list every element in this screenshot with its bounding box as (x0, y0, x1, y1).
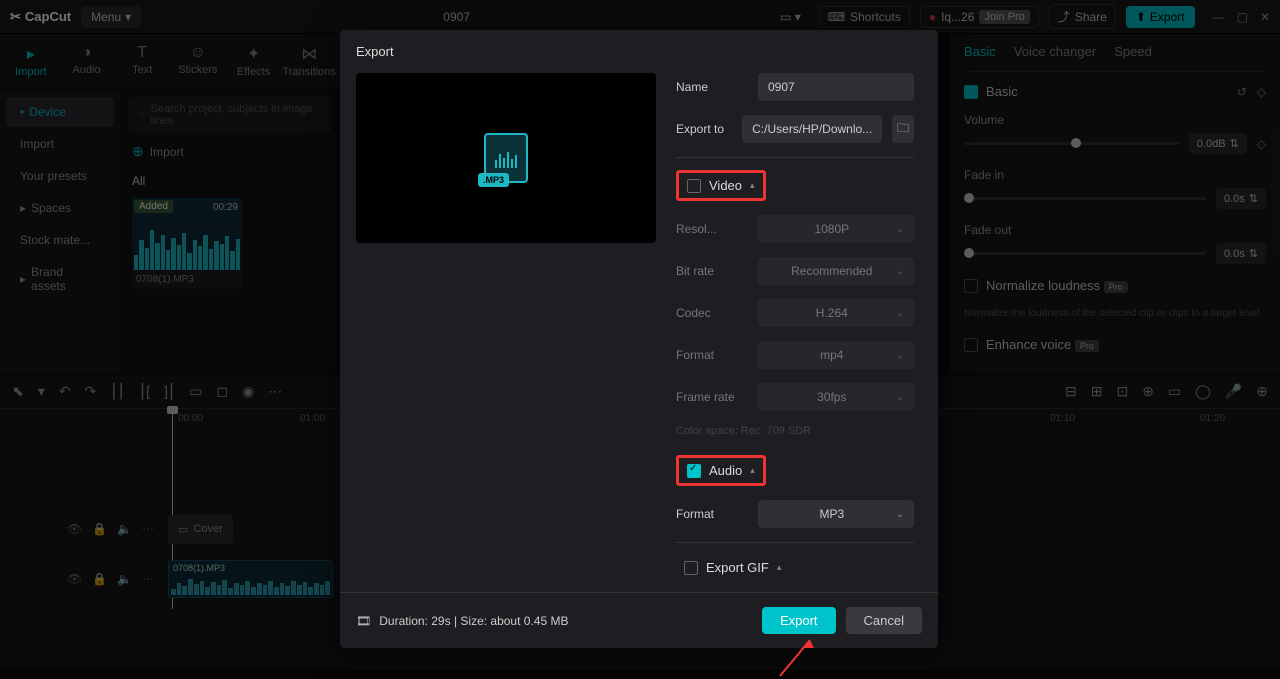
vformat-select[interactable]: mp4⌄ (758, 341, 914, 369)
video-section-toggle[interactable]: Video ▴ (676, 170, 766, 201)
resolution-select[interactable]: 1080P⌄ (758, 215, 914, 243)
chevron-down-icon: ⌄ (896, 224, 904, 235)
export-preview: .MP3 (356, 73, 656, 243)
colorspace-note: Color space: Rec. 709 SDR (676, 425, 914, 437)
export-info: Duration: 29s | Size: about 0.45 MB (379, 614, 568, 628)
framerate-label: Frame rate (676, 390, 748, 404)
video-checkbox[interactable] (687, 179, 701, 193)
gif-section-toggle[interactable]: Export GIF ▴ (676, 555, 789, 580)
framerate-select[interactable]: 30fps⌄ (758, 383, 914, 411)
chevron-down-icon: ⌄ (896, 392, 904, 403)
audio-section-toggle[interactable]: Audio ▴ (676, 455, 766, 486)
chevron-down-icon: ⌄ (896, 509, 904, 520)
chevron-down-icon: ⌄ (896, 266, 904, 277)
aformat-select[interactable]: MP3⌄ (758, 500, 914, 528)
aformat-label: Format (676, 507, 748, 521)
gif-label: Export GIF (706, 560, 769, 575)
mp3-file-icon: .MP3 (484, 133, 528, 183)
cancel-button[interactable]: Cancel (846, 607, 922, 634)
name-label: Name (676, 80, 748, 94)
export-modal: Export .MP3 Name 0907 Export to C:/Users… (340, 30, 938, 648)
bitrate-label: Bit rate (676, 264, 748, 278)
name-input[interactable]: 0907 (758, 73, 914, 101)
exportto-input[interactable]: C:/Users/HP/Downlo... (742, 115, 882, 143)
exportto-label: Export to (676, 122, 732, 136)
vformat-label: Format (676, 348, 748, 362)
bitrate-select[interactable]: Recommended⌄ (758, 257, 914, 285)
chevron-down-icon: ⌄ (896, 308, 904, 319)
resolution-label: Resol... (676, 222, 748, 236)
codec-label: Codec (676, 306, 748, 320)
film-icon: 🎞 (356, 614, 371, 628)
caret-up-icon: ▴ (750, 465, 755, 476)
gif-checkbox[interactable] (684, 561, 698, 575)
folder-icon: 🗀 (897, 119, 909, 140)
audio-label: Audio (709, 463, 742, 478)
modal-title: Export (340, 30, 938, 73)
browse-folder-button[interactable]: 🗀 (892, 115, 914, 143)
export-confirm-button[interactable]: Export (762, 607, 836, 634)
chevron-down-icon: ⌄ (896, 350, 904, 361)
caret-up-icon: ▴ (750, 180, 755, 191)
codec-select[interactable]: H.264⌄ (758, 299, 914, 327)
video-label: Video (709, 178, 742, 193)
caret-up-icon: ▴ (777, 562, 782, 573)
audio-checkbox[interactable] (687, 464, 701, 478)
